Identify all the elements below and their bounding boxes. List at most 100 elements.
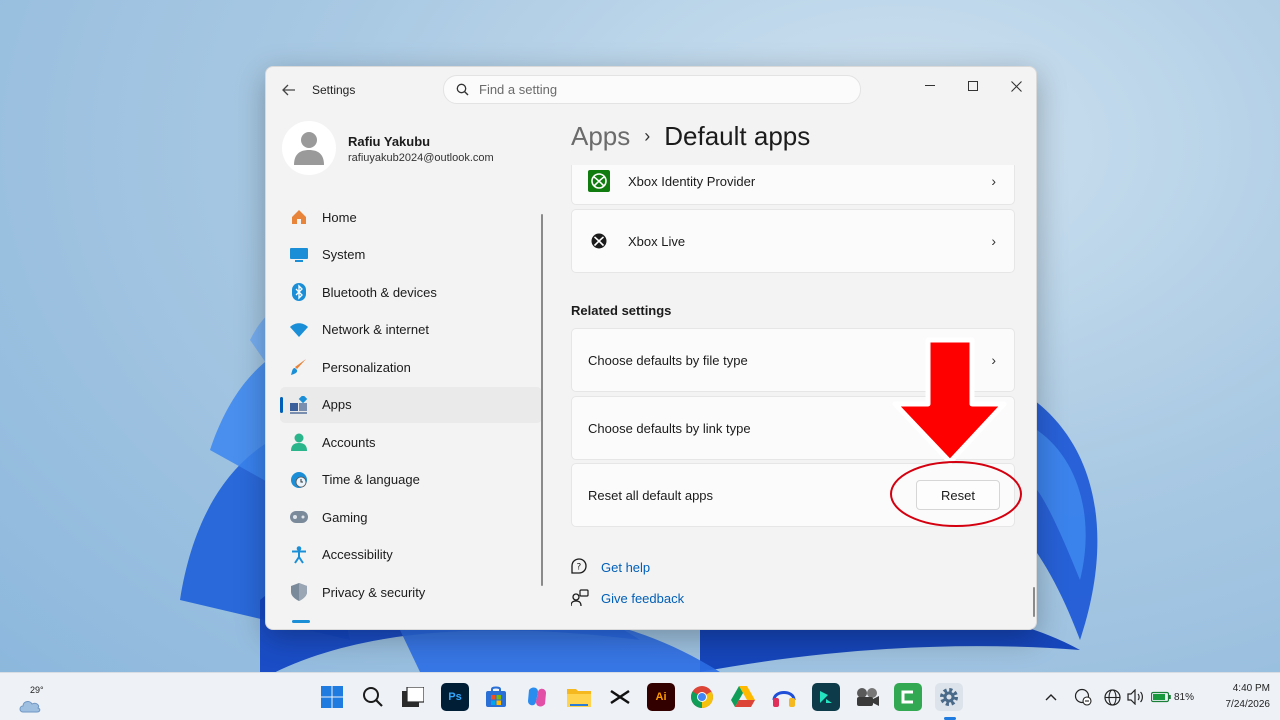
reset-defaults-row: Reset all default apps Reset <box>571 463 1015 527</box>
settings-window: Settings Rafiu Yakubu rafiuyakub2024@out… <box>265 66 1037 630</box>
sidebar-overflow <box>280 620 542 629</box>
get-help-label: Get help <box>601 559 651 575</box>
illustrator-icon[interactable]: Ai <box>647 683 675 711</box>
clock[interactable]: 4:40 PM 7/24/2026 <box>1204 681 1271 713</box>
breadcrumb: Apps › Default apps <box>571 121 810 152</box>
network-status-icon[interactable] <box>1074 687 1092 707</box>
content-scrollbar[interactable] <box>1033 587 1035 617</box>
give-feedback-label: Give feedback <box>601 590 685 606</box>
sidebar-item-label: System <box>322 247 366 262</box>
user-profile[interactable]: Rafiu Yakubu rafiuyakub2024@outlook.com <box>282 121 542 177</box>
capcut-icon[interactable] <box>606 683 634 711</box>
globe-icon[interactable] <box>1104 687 1121 707</box>
home-icon <box>290 208 308 226</box>
app-row-xbox-identity[interactable]: Xbox Identity Provider › <box>571 165 1015 205</box>
brush-icon <box>290 358 308 376</box>
sidebar-item-time-language[interactable]: Time & language <box>280 462 542 498</box>
sidebar-item-label: Apps <box>322 397 352 412</box>
sidebar-item-label: Gaming <box>322 509 368 525</box>
help-icon: ? <box>571 558 587 574</box>
related-settings-title: Related settings <box>571 303 672 318</box>
chevron-right-icon: › <box>991 233 996 249</box>
headphones-app-icon[interactable] <box>770 683 798 711</box>
maximize-icon <box>968 81 978 91</box>
chevron-right-icon: › <box>991 352 996 368</box>
breadcrumb-separator: › <box>644 126 651 146</box>
close-button[interactable] <box>994 71 1036 101</box>
search-icon[interactable] <box>359 683 387 711</box>
minimize-icon <box>925 85 935 86</box>
app-row-label: Xbox Live <box>628 233 686 249</box>
volume-icon[interactable] <box>1127 687 1145 707</box>
accounts-icon <box>290 433 308 451</box>
sidebar-scrollbar[interactable] <box>541 214 543 586</box>
weather-widget[interactable]: 29° <box>16 681 56 715</box>
sidebar-item-accessibility[interactable]: Accessibility <box>280 537 542 573</box>
chrome-icon[interactable] <box>688 683 716 711</box>
app-row-label: Xbox Identity Provider <box>628 173 756 189</box>
sidebar-item-label: Bluetooth & devices <box>322 284 437 300</box>
maximize-button[interactable] <box>951 71 995 101</box>
reset-button[interactable]: Reset <box>916 480 1000 510</box>
file-type-defaults-row[interactable]: Choose defaults by file type › <box>571 328 1015 392</box>
camtasia-icon[interactable] <box>894 683 922 711</box>
sidebar-item-gaming[interactable]: Gaming <box>280 499 542 535</box>
apps-icon <box>290 395 308 414</box>
user-avatar-icon <box>294 132 324 165</box>
give-feedback-link[interactable]: Give feedback <box>571 589 684 607</box>
get-help-link[interactable]: ? Get help <box>571 558 650 576</box>
svg-text:?: ? <box>577 563 582 573</box>
sidebar-item-label: Personalization <box>322 359 411 375</box>
store-icon[interactable] <box>482 683 510 711</box>
clock-date: 7/24/2026 <box>1225 699 1271 710</box>
sidebar-item-label: Time & language <box>322 472 420 487</box>
file-explorer-icon[interactable] <box>565 683 593 711</box>
drive-icon[interactable] <box>729 683 757 711</box>
accessibility-icon <box>290 545 308 564</box>
sidebar-item-network[interactable]: Network & internet <box>280 312 542 348</box>
photoshop-icon[interactable]: Ps <box>441 683 469 711</box>
sidebar-item-label: Privacy & security <box>322 584 426 600</box>
filmora-icon[interactable] <box>812 683 840 711</box>
sidebar-item-label: Accounts <box>322 434 376 450</box>
back-button[interactable] <box>278 79 300 101</box>
row-label: Reset all default apps <box>588 487 714 503</box>
title-bar: Settings <box>266 67 1036 113</box>
app-row-xbox-live[interactable]: Xbox Live › <box>571 209 1015 273</box>
minimize-button[interactable] <box>908 71 952 101</box>
sidebar-item-apps[interactable]: Apps <box>280 386 542 423</box>
battery-percent: 81% <box>1174 691 1195 703</box>
sidebar-item-personalization[interactable]: Personalization <box>280 349 542 385</box>
video-editor-icon[interactable] <box>853 683 881 711</box>
file-manager-icon[interactable] <box>399 683 427 711</box>
search-icon <box>456 83 469 96</box>
copilot-icon[interactable] <box>523 683 551 711</box>
windows-start-icon[interactable] <box>318 683 346 711</box>
gamepad-icon <box>290 508 308 526</box>
settings-icon[interactable] <box>935 683 963 711</box>
sidebar-item-accounts[interactable]: Accounts <box>280 424 542 460</box>
chevron-up-icon[interactable] <box>1045 687 1057 707</box>
sidebar-item-home[interactable]: Home <box>280 199 542 235</box>
back-arrow-icon <box>282 84 295 96</box>
xbox-live-icon <box>588 230 610 252</box>
avatar <box>282 121 336 175</box>
clock-time: 4:40 PM <box>1232 683 1270 694</box>
sidebar-item-system[interactable]: System <box>280 237 542 273</box>
profile-email: rafiuyakub2024@outlook.com <box>348 152 494 164</box>
profile-name: Rafiu Yakubu <box>348 134 431 149</box>
sidebar-item-bluetooth[interactable]: Bluetooth & devices <box>280 274 542 310</box>
main-content: Xbox Identity Provider › Xbox Live › Rel… <box>571 165 1015 629</box>
search-box[interactable] <box>443 75 861 104</box>
sidebar-nav: Home System Bluetooth & devices Network … <box>280 199 542 612</box>
breadcrumb-parent[interactable]: Apps <box>571 121 630 152</box>
row-label: Choose defaults by file type <box>588 352 748 368</box>
battery-icon[interactable]: 81% <box>1151 687 1194 707</box>
wifi-icon <box>290 321 308 339</box>
sidebar-item-label: Accessibility <box>322 547 393 562</box>
link-type-defaults-row[interactable]: Choose defaults by link type <box>571 396 1015 460</box>
sidebar-item-privacy[interactable]: Privacy & security <box>280 574 542 610</box>
search-input[interactable] <box>479 82 809 97</box>
bluetooth-icon <box>290 283 308 301</box>
system-icon <box>290 246 308 264</box>
